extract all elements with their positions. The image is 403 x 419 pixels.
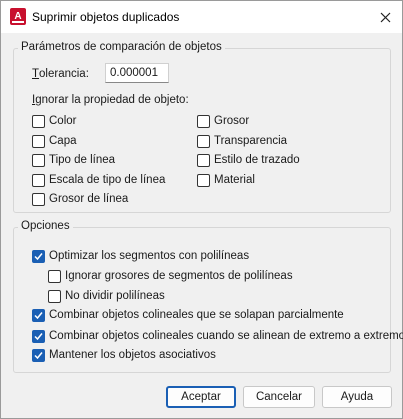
checkbox-box[interactable]: [48, 269, 61, 283]
options-group-label: Opciones: [18, 220, 73, 232]
checkbox-box[interactable]: [197, 153, 210, 167]
checkbox-box[interactable]: [32, 348, 45, 362]
checkmark-icon: [34, 351, 43, 359]
checkbox-no-break-polylines[interactable]: No dividir polilíneas: [48, 288, 165, 304]
checkbox-box[interactable]: [32, 114, 45, 128]
checkmark-icon: [34, 332, 43, 340]
checkbox-grosor-linea[interactable]: Grosor de línea: [32, 191, 128, 207]
checkbox-capa[interactable]: Capa: [32, 133, 77, 149]
dialog: A Suprimir objetos duplicados Parámetros…: [0, 0, 403, 419]
checkbox-box[interactable]: [32, 308, 45, 322]
checkbox-label: Ignorar grosores de segmentos de polilín…: [65, 270, 293, 282]
checkbox-keep-associative[interactable]: Mantener los objetos asociativos: [32, 347, 216, 363]
checkbox-box[interactable]: [32, 329, 45, 343]
checkbox-ignore-widths[interactable]: Ignorar grosores de segmentos de polilín…: [48, 268, 293, 284]
svg-text:A: A: [14, 11, 21, 22]
comparison-group-label: Parámetros de comparación de objetos: [18, 41, 225, 53]
autocad-app-icon: A: [10, 8, 26, 25]
checkmark-icon: [34, 252, 43, 260]
dialog-title: Suprimir objetos duplicados: [32, 10, 180, 24]
checkbox-label: Transparencia: [214, 135, 288, 147]
tolerance-label: Tolerancia:: [32, 68, 89, 80]
checkbox-box[interactable]: [197, 173, 210, 187]
checkbox-label: Combinar objetos colineales cuando se al…: [49, 330, 403, 342]
checkbox-label: Estilo de trazado: [214, 154, 300, 166]
checkbox-label: Combinar objetos colineales que se solap…: [49, 309, 344, 321]
checkbox-tipo-linea[interactable]: Tipo de línea: [32, 152, 115, 168]
checkbox-label: Escala de tipo de línea: [49, 174, 166, 186]
checkbox-label: Tipo de línea: [49, 154, 116, 166]
checkbox-box[interactable]: [32, 134, 45, 148]
checkbox-grosor[interactable]: Grosor: [197, 113, 249, 129]
checkbox-box[interactable]: [32, 173, 45, 187]
checkbox-box[interactable]: [32, 192, 45, 206]
checkbox-color[interactable]: Color: [32, 113, 76, 129]
checkbox-box[interactable]: [197, 134, 210, 148]
checkbox-label: Optimizar los segmentos con polilíneas: [49, 250, 250, 262]
checkbox-escala-tipo-linea[interactable]: Escala de tipo de línea: [32, 172, 165, 188]
checkbox-box[interactable]: [48, 289, 61, 303]
checkbox-box[interactable]: [197, 114, 210, 128]
checkmark-icon: [34, 311, 43, 319]
ignore-properties-label: Ignorar la propiedad de objeto:: [32, 94, 189, 106]
checkbox-material[interactable]: Material: [197, 172, 255, 188]
help-button[interactable]: Ayuda: [322, 386, 392, 408]
checkbox-box[interactable]: [32, 153, 45, 167]
checkbox-label: Mantener los objetos asociativos: [49, 349, 216, 361]
checkbox-label: No dividir polilíneas: [65, 290, 165, 302]
cancel-button[interactable]: Cancelar: [243, 386, 315, 408]
checkbox-label: Grosor: [214, 115, 250, 127]
title-bar: A Suprimir objetos duplicados: [1, 1, 402, 33]
tolerance-input[interactable]: 0.000001: [105, 63, 169, 83]
checkbox-label: Color: [49, 115, 77, 127]
close-button[interactable]: [368, 1, 402, 33]
ok-button[interactable]: Aceptar: [166, 386, 236, 408]
close-icon: [380, 12, 390, 22]
checkbox-box[interactable]: [32, 249, 45, 263]
checkbox-combine-end-to-end[interactable]: Combinar objetos colineales cuando se al…: [32, 328, 403, 344]
checkbox-transparencia[interactable]: Transparencia: [197, 133, 287, 149]
checkbox-label: Capa: [49, 135, 77, 147]
checkbox-label: Material: [214, 174, 255, 186]
checkbox-optimize-segments[interactable]: Optimizar los segmentos con polilíneas: [32, 248, 249, 264]
checkbox-estilo-trazado[interactable]: Estilo de trazado: [197, 152, 300, 168]
checkbox-combine-overlap[interactable]: Combinar objetos colineales que se solap…: [32, 307, 344, 323]
checkbox-label: Grosor de línea: [49, 193, 129, 205]
